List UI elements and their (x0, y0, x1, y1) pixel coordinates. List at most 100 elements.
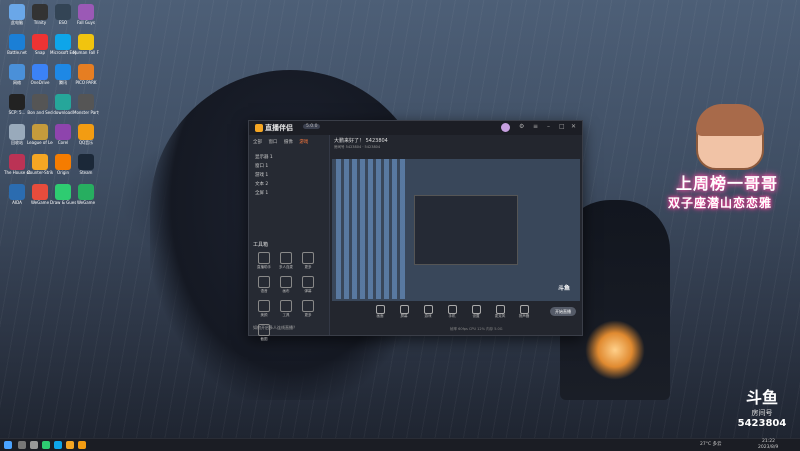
desktop-icon-label: PICO PARK (75, 80, 97, 85)
source-tabs: 全部 窗口 摄像 游戏 (253, 139, 313, 145)
close-icon[interactable]: ✕ (571, 123, 576, 130)
desktop-icon[interactable]: Steam (73, 154, 99, 175)
bottom-tool-label: 设置 (472, 314, 480, 318)
minimize-icon[interactable]: – (547, 123, 550, 130)
room-number: 5423804 (737, 418, 787, 429)
clock-time[interactable]: 21:22 (762, 439, 775, 444)
tool-item[interactable]: 语音 (253, 276, 275, 294)
app-icon (9, 124, 25, 140)
preview-douyu-logo: 斗鱼 (558, 285, 571, 292)
desktop-icon-label: Steam (79, 170, 93, 175)
app-icon (55, 64, 71, 80)
weather[interactable]: 27°C 多云 (700, 441, 722, 447)
notice-link[interactable]: 如何开启多人连线直播？ (253, 325, 297, 331)
tool-label: 更多 (304, 265, 312, 269)
room-subtitle: 房间号 5423804 · 5423804 (334, 145, 381, 149)
status-bar: 帧率 60fps CPU 12% 内存 5.0G (450, 327, 503, 331)
app-icon (32, 184, 48, 200)
tool-item[interactable]: 工具 (275, 300, 297, 318)
desktop-icon[interactable]: PICO PARK (73, 64, 99, 85)
taskbar: 27°C 多云 21:22 2023/8/9 (0, 438, 800, 451)
tab-all[interactable]: 全部 (253, 139, 262, 145)
stream-preview[interactable]: 斗鱼 (332, 159, 580, 301)
tool-item[interactable]: 弹幕 (297, 276, 319, 294)
desktop-icon-label: QQ音乐 (78, 140, 94, 145)
tool-item[interactable]: 多人连麦 (275, 252, 297, 270)
app-icon (78, 184, 94, 200)
explorer-icon[interactable] (66, 441, 74, 449)
app-icon (55, 124, 71, 140)
preview-desktop-icons (336, 159, 406, 299)
bottom-tool-label: 手机 (448, 314, 456, 318)
tab-camera[interactable]: 摄像 (284, 139, 293, 145)
tool-icon (258, 276, 270, 288)
bottom-tool[interactable]: 游戏 (418, 305, 438, 319)
menu-icon[interactable]: ≡ (533, 123, 538, 130)
source-item[interactable]: 文本 2 (255, 180, 325, 189)
source-item[interactable]: 窗口 1 (255, 162, 325, 171)
source-item[interactable]: 显示器 1 (255, 153, 325, 162)
source-item[interactable]: 游戏 1 (255, 171, 325, 180)
start-stream-button[interactable]: 开始直播 (550, 307, 576, 316)
bottom-tool-icon (399, 305, 409, 314)
app-icon (32, 4, 48, 20)
desktop-icon-label: WeGame (76, 200, 96, 205)
bottom-tool-icon (423, 305, 433, 314)
edge-icon[interactable] (54, 441, 62, 449)
bottom-tool[interactable]: 扬声器 (514, 305, 534, 319)
streaming-app-window[interactable]: 直播伴侣 5.0.0 ⚙ ≡ – □ ✕ 全部 窗口 摄像 游戏 显示器 1 窗… (248, 120, 583, 341)
app-icon (32, 94, 48, 110)
bottom-tool-label: 麦克风 (494, 314, 506, 318)
desktop-icon[interactable]: Monster Party (73, 94, 99, 115)
streaming-app-icon[interactable] (78, 441, 86, 449)
task-view-icon[interactable] (30, 441, 38, 449)
bottom-tool-icon (447, 305, 457, 314)
toolbox-title: 工具箱 (253, 242, 269, 248)
app-icon (78, 154, 94, 170)
tool-label: 截图 (260, 337, 268, 341)
bottom-tool[interactable]: 手机 (442, 305, 462, 319)
settings-icon[interactable]: ⚙ (519, 123, 524, 130)
tool-item[interactable]: 美颜 (253, 300, 275, 318)
tool-item[interactable]: 更多 (297, 252, 319, 270)
overlay-line-2: 双子座潜山恋恋雅 (668, 196, 773, 210)
tool-icon (302, 300, 314, 312)
bottom-tool-icon (471, 305, 481, 314)
user-avatar[interactable] (501, 123, 510, 132)
douyu-watermark: 斗鱼 房间号 5423804 (734, 384, 790, 429)
desktop-icon[interactable]: QQ音乐 (73, 124, 99, 145)
desktop-wallpaper: 此电脑 Battle.net 网络 SCP: 5... 回收站 The House of … (0, 0, 800, 438)
source-item[interactable]: 全屏 1 (255, 189, 325, 198)
tool-item[interactable]: 更多 (297, 300, 319, 318)
tool-icon (258, 300, 270, 312)
app-icon (55, 94, 71, 110)
desktop-icon[interactable]: WeGame (73, 184, 99, 205)
bottom-tool[interactable]: 设置 (466, 305, 486, 319)
app-icon (78, 64, 94, 80)
bottom-tool[interactable]: 麦克风 (490, 305, 510, 319)
desktop-icon[interactable]: Fall Guys (73, 4, 99, 25)
bottom-tool-label: 游戏 (424, 314, 432, 318)
clock-date[interactable]: 2023/8/9 (758, 445, 778, 450)
source-list: 显示器 1 窗口 1 游戏 1 文本 2 全屏 1 (255, 153, 325, 198)
main-panel: 大鹏来好了！ 5423804 房间号 5423804 · 5423804 斗鱼 … (330, 135, 582, 335)
app-icon (9, 184, 25, 200)
tool-item[interactable]: 画布 (275, 276, 297, 294)
wechat-icon[interactable] (42, 441, 50, 449)
bottom-tool[interactable]: 屏幕 (394, 305, 414, 319)
sticker-hair (696, 104, 764, 136)
window-titlebar[interactable]: 直播伴侣 5.0.0 ⚙ ≡ – □ ✕ (249, 121, 582, 135)
start-icon[interactable] (4, 441, 12, 449)
app-icon (32, 34, 48, 50)
room-number-label: 房间号 (751, 409, 773, 417)
maximize-icon[interactable]: □ (559, 123, 565, 130)
desktop-icon[interactable]: Human Fall Flat (73, 34, 99, 55)
tab-window[interactable]: 窗口 (268, 139, 277, 145)
tab-game[interactable]: 游戏 (299, 139, 308, 145)
search-icon[interactable] (18, 441, 26, 449)
bottom-tool[interactable]: 画面 (370, 305, 390, 319)
app-icon (9, 34, 25, 50)
bottom-tool-icon (495, 305, 505, 314)
tool-item[interactable]: 直播助手 (253, 252, 275, 270)
app-icon (9, 94, 25, 110)
